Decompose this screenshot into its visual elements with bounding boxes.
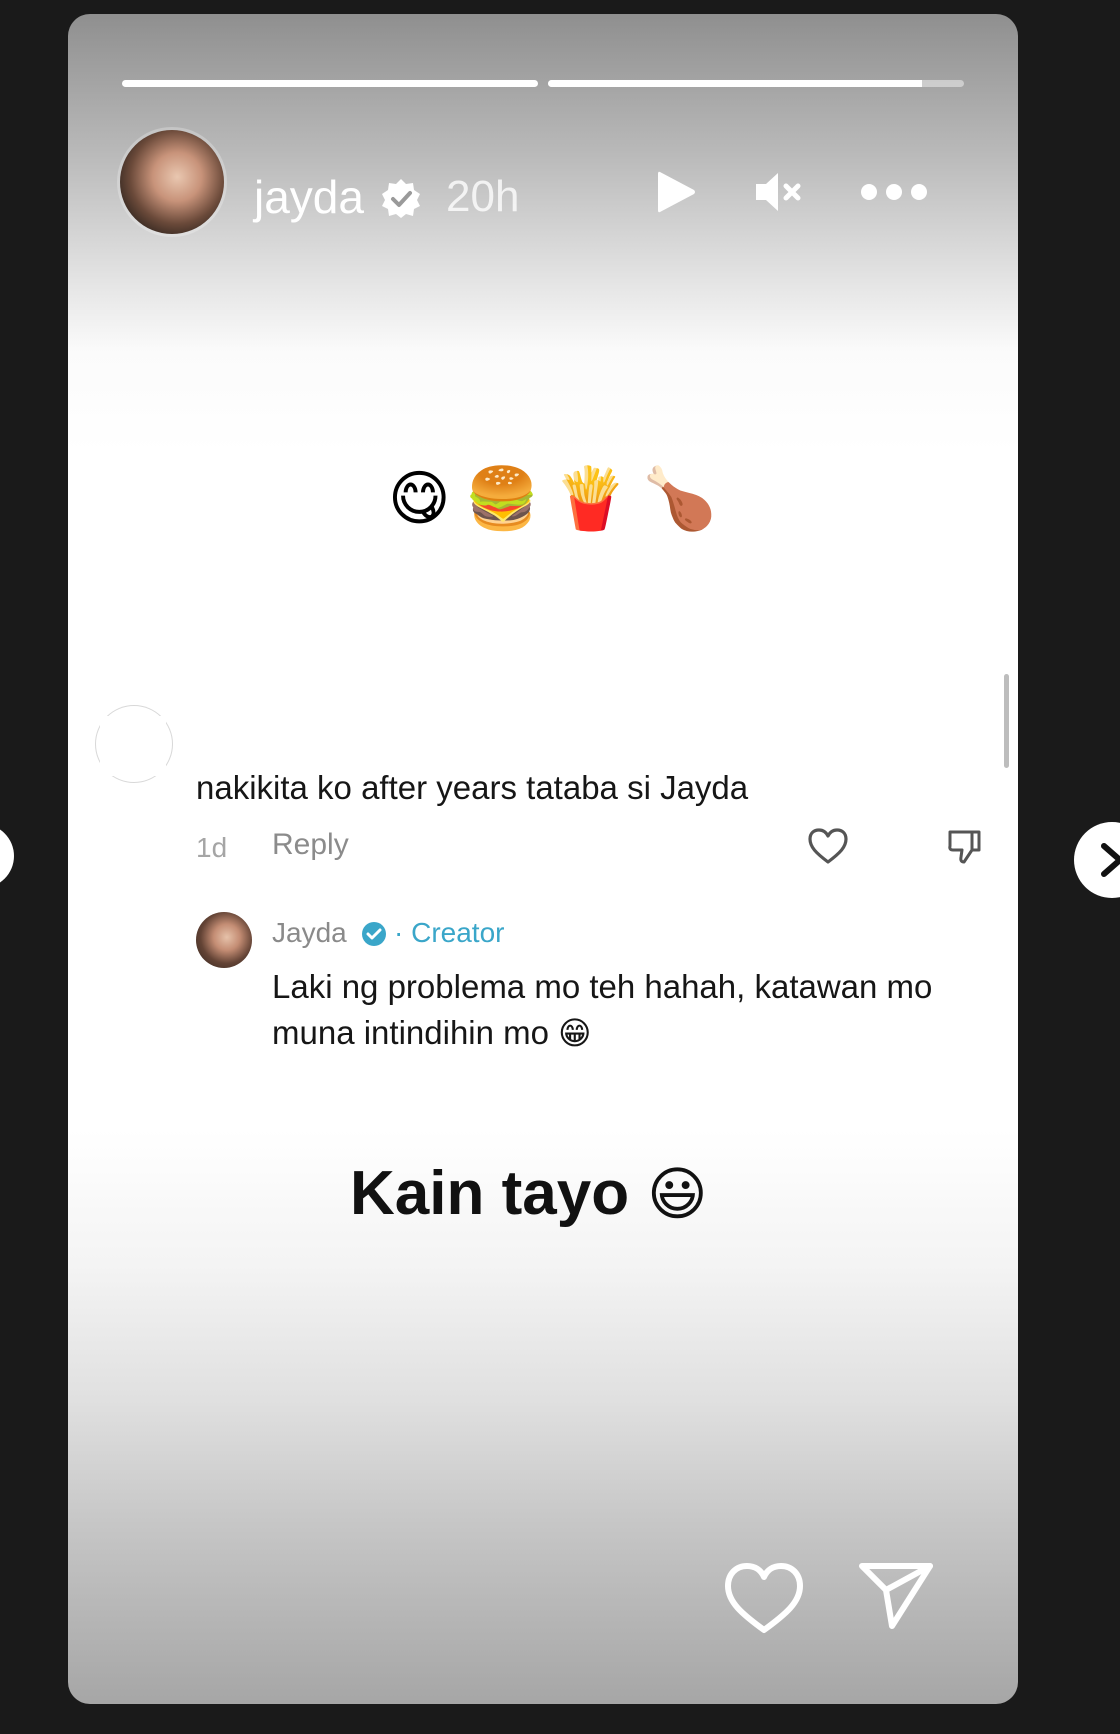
progress-fill <box>122 80 538 87</box>
reply-author-avatar[interactable] <box>196 912 252 968</box>
story-author-username[interactable]: jayda <box>254 172 364 222</box>
previous-story-button[interactable] <box>0 824 14 888</box>
story-card[interactable]: jayda 20h 😋 🍔 🍟 🍗 nakikita ko after year… <box>68 14 1018 1704</box>
story-progress-bar-1 <box>122 80 538 87</box>
thumbs-down-icon[interactable] <box>944 826 984 866</box>
creator-label: · Creator <box>394 917 505 948</box>
progress-fill <box>548 80 923 87</box>
play-icon <box>658 171 695 213</box>
mute-icon <box>756 173 801 211</box>
comments-scrollbar[interactable] <box>1004 674 1009 768</box>
play-button[interactable] <box>646 162 706 222</box>
send-icon[interactable] <box>856 1560 936 1632</box>
grin-emoji: 😁 <box>558 1014 592 1052</box>
reply-text-body: Laki ng problema mo teh hahah, katawan m… <box>272 968 933 1051</box>
avatar-redaction <box>100 716 166 776</box>
burger-emoji: 🍔 <box>464 464 540 534</box>
commenter-avatar[interactable] <box>96 706 172 782</box>
caption-text: Kain tayo <box>350 1159 630 1228</box>
heart-outline-icon[interactable] <box>806 826 850 866</box>
chevron-right-icon <box>1101 843 1120 877</box>
story-progress-bar-2 <box>548 80 964 87</box>
mute-button[interactable] <box>748 162 808 222</box>
comment-age: 1d <box>196 832 228 863</box>
reply-button[interactable]: Reply <box>272 828 349 862</box>
heart-outline-icon[interactable] <box>722 1560 806 1636</box>
reply-author-name[interactable]: Jayda <box>272 916 347 950</box>
smile-emoji: 😃 <box>647 1160 708 1228</box>
comment-text: nakikita ko after years tataba si Jayda <box>196 769 749 806</box>
reply-text: Laki ng problema mo teh hahah, katawan m… <box>272 964 992 1056</box>
story-author-avatar[interactable] <box>120 130 224 234</box>
verified-icon <box>362 922 386 946</box>
more-options-button[interactable] <box>854 162 934 222</box>
verified-icon <box>382 179 420 218</box>
story-viewer: jayda 20h 😋 🍔 🍟 🍗 nakikita ko after year… <box>0 0 1120 1734</box>
story-time-ago: 20h <box>446 172 520 221</box>
food-emoji-row: 😋 🍔 🍟 🍗 <box>388 464 717 534</box>
more-icon <box>861 184 927 200</box>
yum-emoji: 😋 <box>388 464 451 534</box>
chicken-leg-emoji: 🍗 <box>642 464 717 534</box>
story-caption: Kain tayo 😃 <box>350 1158 708 1230</box>
fries-emoji: 🍟 <box>553 464 628 534</box>
next-story-button[interactable] <box>1074 822 1120 898</box>
